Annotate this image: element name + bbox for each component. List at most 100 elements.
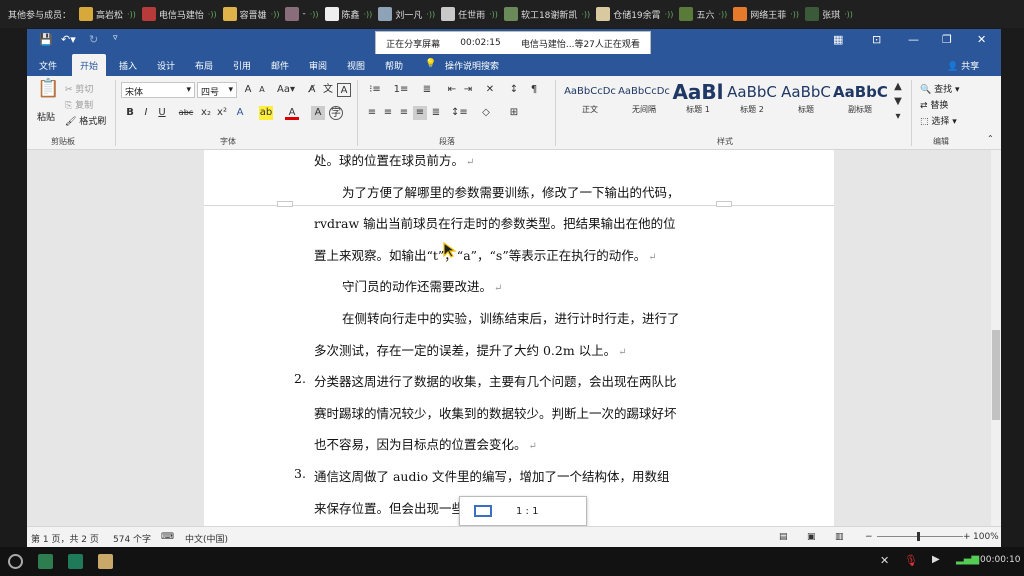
proofing-icon[interactable]: ⌨ [161,532,174,542]
styles-scroll-up-icon[interactable]: ▲ [891,80,905,94]
style-gallery-item[interactable]: AaBbCcDc 无间隔 [617,80,671,120]
styles-scroll-down-icon[interactable]: ▼ [891,95,905,109]
ribbon-display-icon[interactable]: ⊡ [872,33,881,46]
vertical-scrollbar[interactable] [991,150,1001,526]
participant[interactable]: 软工18谢新凯 ·)) [503,7,590,21]
cut-button[interactable]: ✂ 剪切 [65,82,93,95]
participant[interactable]: 网络王菲 ·)) [733,7,799,21]
participant[interactable]: 高岩松 ·)) [79,7,136,21]
qr-icon[interactable]: ▦ [833,33,843,46]
undo-icon[interactable]: ↶▾ [61,33,76,46]
page-count[interactable]: 第 1 页，共 2 页 [31,532,99,545]
line-spacing-icon[interactable]: ↕≡ [451,106,468,120]
camera-icon[interactable]: ▶ [932,554,947,569]
tab-view[interactable]: 视图 [347,59,365,72]
collapse-icon[interactable]: ✕ [880,554,895,569]
participant[interactable]: 任世雨 ·)) [441,7,498,21]
bold-icon[interactable]: B [123,106,137,120]
zoom-ratio[interactable]: 1 : 1 [516,506,538,517]
style-gallery-item[interactable]: AaBbC 副标题 [833,80,887,120]
highlight-icon[interactable]: ab [259,106,273,120]
format-painter-button[interactable]: 🖌 格式刷 [65,114,106,127]
tab-design[interactable]: 设计 [157,59,175,72]
bullets-icon[interactable]: ⁝≡ [365,83,385,97]
grow-font-icon[interactable]: A [241,83,255,97]
copy-button[interactable]: ⎘ 复制 [65,98,93,111]
decrease-indent-icon[interactable]: ⇤ [445,83,459,97]
save-icon[interactable]: 💾 [39,33,53,46]
screen-icon[interactable] [474,505,492,517]
align-center-icon[interactable]: ≡ [381,106,395,120]
strikethrough-icon[interactable]: abc [177,106,195,120]
tab-review[interactable]: 审阅 [309,59,327,72]
zoom-level[interactable]: 100% [973,532,999,542]
font-color-icon[interactable]: A [285,106,299,120]
close-icon[interactable]: ✕ [977,33,986,46]
zoom-in-icon[interactable]: + [963,532,971,542]
app-icon[interactable] [98,554,113,569]
styles-more-icon[interactable]: ▾ [891,110,905,124]
style-gallery-item[interactable]: AaBbC 标题 [779,80,833,120]
app-icon[interactable] [68,554,83,569]
customize-quick-access-icon[interactable]: ▿ [113,33,118,43]
restore-icon[interactable]: ❐ [942,33,952,46]
style-gallery-item[interactable]: AaBbCcDc 正文 [563,80,617,120]
shading-icon[interactable]: ◇ [479,106,493,120]
enclose-character-icon[interactable]: 字 [329,106,343,120]
distributed-icon[interactable]: ≣ [429,106,443,120]
paste-icon[interactable]: 📋 [37,80,59,108]
select-button[interactable]: ⬚ 选择 ▾ [920,114,957,127]
paste-button[interactable]: 粘贴 [37,110,55,123]
font-size-combo[interactable]: 四号 ▾ [197,82,237,98]
italic-icon[interactable]: I [139,106,153,120]
participant[interactable]: - ·)) [285,7,319,21]
style-gallery-item[interactable]: AaBl 标题 1 [671,80,725,120]
style-gallery-item[interactable]: AaBbC 标题 2 [725,80,779,120]
font-name-combo[interactable]: 宋体 ▾ [121,82,195,98]
scrollbar-thumb[interactable] [992,330,1000,420]
share-button[interactable]: 👤 共享 [947,59,979,72]
participant[interactable]: 张琪 ·)) [805,7,853,21]
zoom-popup[interactable]: 1 : 1 [459,496,587,526]
tell-me-search[interactable]: 操作说明搜索 [445,59,499,72]
collapse-ribbon-icon[interactable]: ⌃ [987,134,994,143]
read-mode-icon[interactable]: ▤ [779,532,788,542]
justify-icon[interactable]: ≡ [413,106,427,120]
text-effects-icon[interactable]: A [233,106,247,120]
subscript-icon[interactable]: x₂ [199,106,213,120]
character-shading-icon[interactable]: A [311,106,325,120]
word-count[interactable]: 574 个字 [113,532,151,545]
increase-indent-icon[interactable]: ⇥ [461,83,475,97]
participant[interactable]: 陈鑫 ·)) [324,7,372,21]
shrink-font-icon[interactable]: A [255,83,269,97]
document-page[interactable]: 处。球的位置在球员前方。 ↵ 为了方便了解哪里的参数需要训练，修改了一下输出的代码… [204,150,834,526]
change-case-icon[interactable]: Aa▾ [275,83,297,97]
chinese-layout-icon[interactable]: ✕ [483,83,497,97]
participant[interactable]: 电信马建怡 ·)) [141,7,217,21]
participant[interactable]: 仓储19余霄 ·)) [596,7,673,21]
tab-help[interactable]: 帮助 [385,59,403,72]
app-icon[interactable] [38,554,53,569]
tab-home[interactable]: 开始 [72,54,107,76]
align-right-icon[interactable]: ≡ [397,106,411,120]
sort-icon[interactable]: ↕ [507,83,521,97]
replace-button[interactable]: ⇄ 替换 [920,98,948,111]
start-icon[interactable] [8,554,23,569]
participant[interactable]: 容晋雄 ·)) [222,7,279,21]
participant[interactable]: 刘一凡 ·)) [378,7,435,21]
web-layout-icon[interactable]: ▥ [835,532,844,542]
language[interactable]: 中文(中国) [185,532,228,545]
underline-icon[interactable]: U [155,106,169,120]
clear-format-icon[interactable]: A̸ [305,83,319,97]
print-layout-icon[interactable]: ▣ [807,532,816,542]
zoom-slider-thumb[interactable] [917,532,920,541]
minimize-icon[interactable]: — [908,33,919,46]
zoom-slider[interactable] [877,536,963,537]
show-marks-icon[interactable]: ¶ [527,83,541,97]
numbering-icon[interactable]: 1≡ [391,83,411,97]
mic-muted-icon[interactable]: 🎙 [904,554,919,569]
tab-references[interactable]: 引用 [233,59,251,72]
multilevel-list-icon[interactable]: ≣ [417,83,437,97]
phonetic-guide-icon[interactable]: 文 [321,83,335,97]
participant[interactable]: 五六 ·)) [679,7,727,21]
